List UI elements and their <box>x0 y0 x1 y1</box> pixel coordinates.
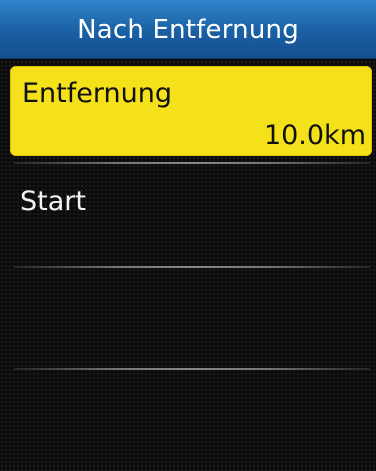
device-screen: Nach Entfernung Entfernung 10.0km Start <box>0 0 376 471</box>
menu-item-label: Start <box>20 186 86 217</box>
title-bar: Nach Entfernung <box>0 0 376 59</box>
menu-divider <box>14 266 370 268</box>
menu-item-empty <box>10 374 372 466</box>
menu-item-empty <box>10 272 372 364</box>
menu-divider <box>14 162 370 164</box>
menu-item-distance[interactable]: Entfernung 10.0km <box>10 66 372 156</box>
menu-item-start[interactable]: Start <box>10 170 372 262</box>
menu-item-value: 10.0km <box>263 120 366 151</box>
menu-divider <box>14 368 370 370</box>
menu-item-label: Entfernung <box>22 78 172 109</box>
page-title: Nach Entfernung <box>77 15 299 45</box>
